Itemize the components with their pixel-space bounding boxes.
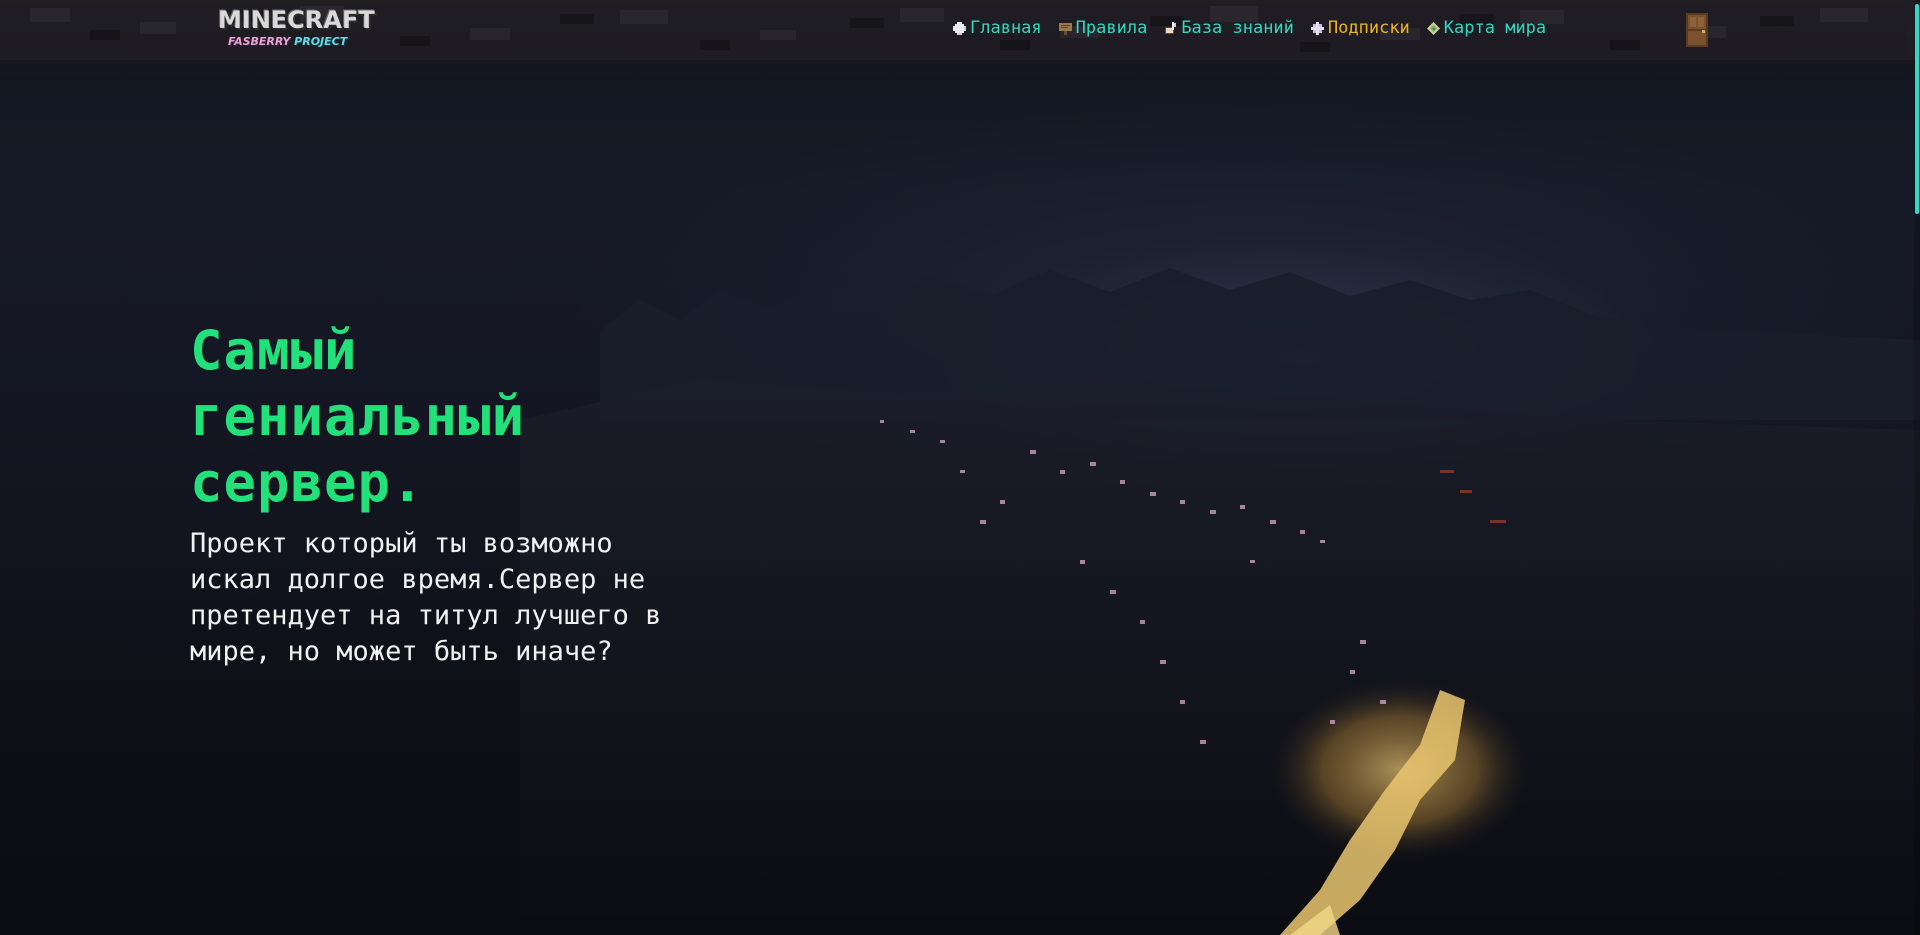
nav-item-label: Правила — [1075, 18, 1148, 38]
nav-item-label: Карта мира — [1443, 18, 1547, 38]
snowball-icon — [953, 21, 966, 35]
nav-item-label: Подписки — [1327, 18, 1410, 38]
site-logo[interactable]: MINECRAFT FASBERRY PROJECT — [218, 6, 388, 54]
map-icon — [1426, 21, 1440, 35]
site-header: MINECRAFT FASBERRY PROJECT Главная Прави… — [0, 0, 1920, 90]
sign-icon — [1058, 22, 1072, 35]
nav-item-subscriptions[interactable]: Подписки — [1310, 18, 1410, 38]
scrollbar-thumb[interactable] — [1915, 4, 1919, 214]
nav-item-label: Главная — [970, 18, 1042, 38]
hero-section: Самый гениальный сервер. Проект который … — [190, 318, 710, 670]
nav-item-home[interactable]: Главная — [952, 18, 1042, 38]
hero-title: Самый гениальный сервер. — [190, 319, 526, 514]
nav-item-world-map[interactable]: Карта мира — [1426, 18, 1546, 38]
hero-description: Проект который ты возможно искал долгое … — [190, 528, 662, 667]
nether-star-icon — [1310, 21, 1324, 35]
logo-subtitle: FASBERRY PROJECT — [228, 35, 347, 49]
page-scrollbar[interactable] — [1914, 0, 1920, 935]
nav-item-knowledge-base[interactable]: База знаний — [1163, 18, 1294, 38]
door-icon[interactable] — [1684, 12, 1710, 48]
nav-item-rules[interactable]: Правила — [1058, 18, 1148, 38]
logo-title: MINECRAFT — [218, 6, 375, 34]
book-quill-icon — [1165, 21, 1177, 34]
main-navigation: Главная Правила База знаний Подписки Кар… — [952, 14, 1562, 42]
logo-subtitle-right: PROJECT — [294, 35, 348, 48]
nav-item-label: База знаний — [1181, 18, 1294, 38]
logo-subtitle-left: FASBERRY — [228, 35, 291, 48]
